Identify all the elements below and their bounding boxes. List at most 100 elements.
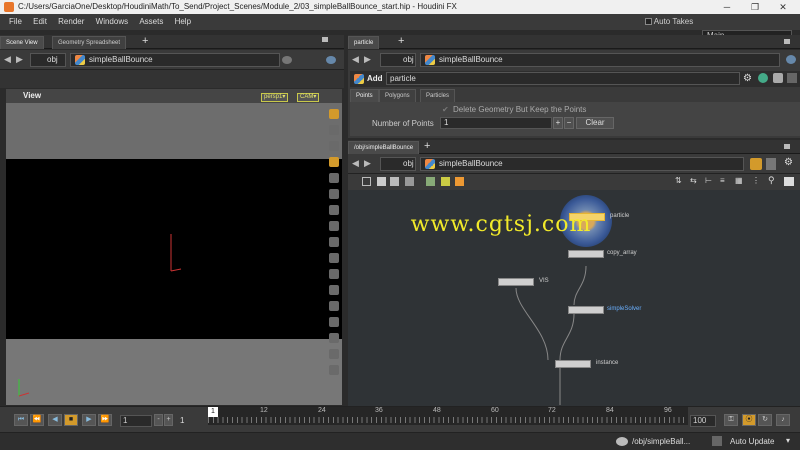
sticky-icon[interactable] [441, 177, 450, 186]
minimize-button[interactable]: ─ [714, 0, 740, 14]
screenshot-icon[interactable] [784, 177, 794, 186]
light-tool-icon[interactable] [329, 157, 339, 167]
pin-icon[interactable] [750, 158, 762, 170]
normal-tool-icon[interactable] [329, 237, 339, 247]
tile-view-icon[interactable] [377, 177, 386, 186]
pane-menu-icon[interactable] [784, 144, 790, 149]
path-level[interactable]: obj [30, 53, 66, 67]
go-to-start-icon[interactable]: ⏮ [14, 414, 28, 426]
play-reverse-icon[interactable]: ◀ [48, 414, 62, 426]
ghost-tool-icon[interactable] [329, 349, 339, 359]
key-icon[interactable]: ⚿ [724, 414, 738, 426]
menu-render[interactable]: Render [58, 14, 84, 30]
path-node-field[interactable]: simpleBallBounce [420, 53, 780, 67]
list-view-icon[interactable] [362, 177, 371, 186]
add-tab-icon[interactable]: + [142, 35, 148, 47]
back-arrow-icon[interactable]: ◀ [352, 158, 359, 169]
grid-tool-icon[interactable] [329, 301, 339, 311]
frame-marker[interactable]: 1 [208, 407, 218, 417]
tab-points[interactable]: Points [350, 89, 379, 102]
tree-view-icon[interactable] [390, 177, 399, 186]
lighting-tool-icon[interactable] [329, 141, 339, 151]
update-mode-icon[interactable] [712, 436, 722, 446]
node-instance[interactable]: instance [555, 360, 618, 368]
loop-icon[interactable]: ↻ [758, 414, 772, 426]
step-back-icon[interactable]: ⏪ [30, 414, 44, 426]
realtime-icon[interactable]: ⦿ [742, 414, 756, 426]
align-icon[interactable]: ⇅ [675, 176, 682, 185]
layout-icon[interactable] [405, 177, 414, 186]
pin-icon[interactable] [282, 56, 292, 64]
chat-icon[interactable] [616, 437, 628, 446]
snap-tool-icon[interactable] [329, 173, 339, 183]
search-icon[interactable]: ⚲ [768, 175, 775, 186]
tab-particle[interactable]: particle [348, 36, 380, 49]
forward-arrow-icon[interactable]: ▶ [364, 158, 371, 169]
back-arrow-icon[interactable]: ◀ [352, 54, 359, 65]
gear-icon[interactable]: ⚙ [743, 73, 752, 84]
grid-points-icon[interactable]: ⋮ [752, 176, 760, 185]
path-node-field[interactable]: simpleBallBounce [420, 157, 744, 171]
frame-tool-icon[interactable] [329, 333, 339, 343]
audio-icon[interactable]: ♪ [776, 414, 790, 426]
number-tool-icon[interactable] [329, 269, 339, 279]
flow-icon[interactable]: ≡ [720, 176, 725, 185]
frame-increment-button[interactable]: + [164, 414, 173, 426]
tab-geometry-spreadsheet[interactable]: Geometry Spreadsheet [52, 36, 127, 49]
brush-tool-icon[interactable] [329, 253, 339, 263]
path-level[interactable]: obj [380, 53, 416, 67]
chevron-down-icon[interactable]: ▾ [786, 436, 790, 445]
grid-icon[interactable]: ▦ [735, 176, 743, 185]
pane-menu-icon[interactable] [784, 39, 790, 44]
add-tab-icon[interactable]: + [398, 35, 404, 47]
back-arrow-icon[interactable]: ◀ [4, 54, 11, 65]
menu-edit[interactable]: Edit [33, 14, 47, 30]
scene-viewport[interactable]: View persp1▾ CAM▾ [6, 89, 342, 405]
tab-polygons[interactable]: Polygons [379, 89, 416, 102]
timeline-track[interactable]: 1 12 24 36 48 60 72 84 96 [208, 407, 688, 425]
add-point-button[interactable]: + [553, 117, 563, 129]
select-tool-icon[interactable] [329, 109, 339, 119]
frame-decrement-button[interactable]: - [154, 414, 163, 426]
close-button[interactable]: ✕ [770, 0, 796, 14]
remove-point-button[interactable]: − [564, 117, 574, 129]
maximize-button[interactable]: ❐ [742, 0, 768, 14]
box-icon[interactable] [455, 177, 464, 186]
globe-icon[interactable] [786, 55, 796, 64]
path-node-field[interactable]: simpleBallBounce [70, 53, 280, 67]
menu-assets[interactable]: Assets [139, 14, 163, 30]
tab-particles[interactable]: Particles [420, 89, 456, 102]
check-icon[interactable]: ✔ [442, 105, 449, 114]
globe-icon[interactable] [326, 56, 336, 64]
menu-windows[interactable]: Windows [96, 14, 128, 30]
node-vis[interactable]: VIS [498, 278, 549, 286]
stop-icon[interactable]: ■ [64, 414, 78, 426]
tab-scene-view[interactable]: Scene View [0, 36, 44, 49]
info-icon[interactable] [773, 73, 783, 83]
forward-arrow-icon[interactable]: ▶ [364, 54, 371, 65]
camera-menu[interactable]: persp1▾ [261, 93, 289, 102]
auto-takes-checkbox[interactable] [645, 18, 652, 26]
menu-file[interactable]: File [9, 14, 22, 30]
point-tool-icon[interactable] [329, 189, 339, 199]
node-simple-solver[interactable]: simpleSolver [568, 306, 641, 314]
path-level[interactable]: obj [380, 157, 416, 171]
note-icon[interactable] [426, 177, 435, 186]
forward-arrow-icon[interactable]: ▶ [16, 54, 23, 65]
auto-update-menu[interactable]: Auto Update [730, 437, 774, 446]
camera-tool-icon[interactable] [329, 317, 339, 327]
lock-icon[interactable] [787, 73, 797, 83]
network-editor[interactable]: particle copy_array VIS simpleSolver ins… [348, 190, 800, 406]
node-name-field[interactable]: particle [386, 72, 740, 85]
end-frame-field[interactable]: 100 [690, 415, 716, 427]
auto-takes-toggle[interactable]: Auto Takes [645, 14, 693, 30]
snap-icon[interactable] [766, 158, 776, 170]
number-of-points-field[interactable]: 1 [440, 117, 552, 129]
cut-tool-icon[interactable] [329, 285, 339, 295]
start-frame-field[interactable]: 1 [120, 415, 152, 427]
display-tool-icon[interactable] [329, 125, 339, 135]
link-icon[interactable]: ⊢ [705, 176, 712, 185]
menu-help[interactable]: Help [175, 14, 191, 30]
add-tab-icon[interactable]: + [424, 140, 430, 152]
play-icon[interactable]: ▶ [82, 414, 96, 426]
